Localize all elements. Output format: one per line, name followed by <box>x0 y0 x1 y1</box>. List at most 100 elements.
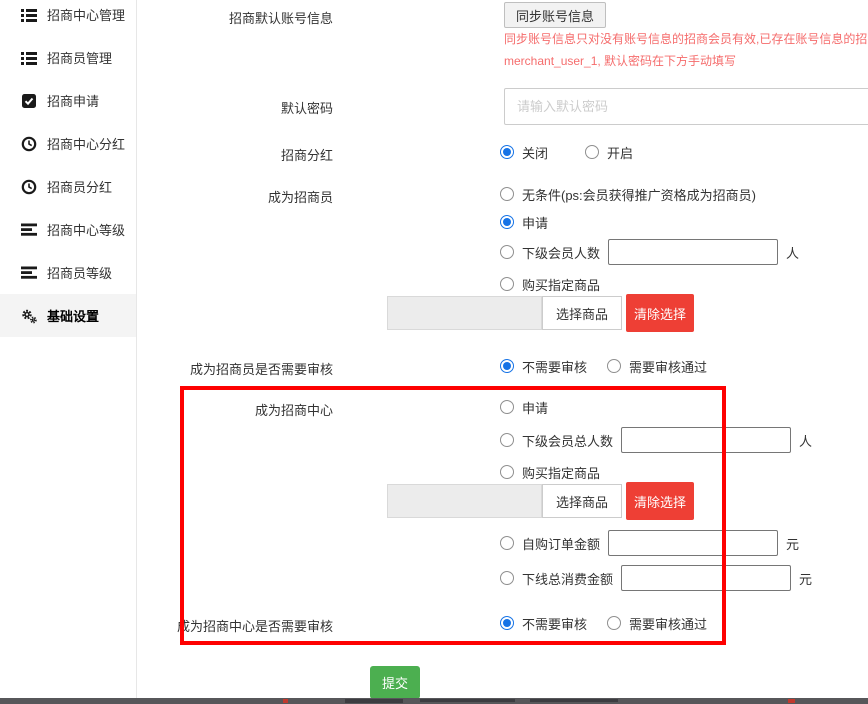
radio-option-agent-sub-member-count[interactable]: 下级会员人数 人 <box>500 238 799 266</box>
account-info-label: 招商默认账号信息 <box>229 8 333 27</box>
agent-clear-selection-button[interactable]: 清除选择 <box>626 294 694 332</box>
sidebar-item-label: 招商中心等级 <box>47 220 125 239</box>
radio-label: 自购订单金额 <box>522 534 600 553</box>
unit-person: 人 <box>799 431 812 450</box>
radio-label: 下线总消费金额 <box>522 569 613 588</box>
sync-account-button[interactable]: 同步账号信息 <box>504 2 606 28</box>
sidebar-item-label: 招商员分红 <box>47 177 112 196</box>
radio-option-center-apply[interactable]: 申请 <box>500 393 548 421</box>
sidebar-items: 招商中心管理 招商员管理 招商申请 招商中心分红 <box>0 0 136 337</box>
align-left-icon <box>21 222 37 238</box>
sidebar-item-merchant-center-management[interactable]: 招商中心管理 <box>0 0 136 36</box>
radio-option-dividend-on[interactable]: 开启 <box>585 138 633 166</box>
radio-icon[interactable] <box>500 400 514 414</box>
unit-yuan: 元 <box>786 534 799 553</box>
agent-product-picker-input[interactable] <box>387 296 542 330</box>
radio-icon[interactable] <box>500 433 514 447</box>
sync-hint-line2: merchant_user_1, 默认密码在下方手动填写 <box>504 53 868 69</box>
sidebar-item-label: 基础设置 <box>47 306 99 325</box>
strip-mark <box>530 699 618 702</box>
unit-yuan: 元 <box>799 569 812 588</box>
radio-label: 关闭 <box>522 143 548 162</box>
default-password-label: 默认密码 <box>281 98 333 117</box>
cogs-icon <box>21 308 37 324</box>
sidebar-item-merchant-staff-level[interactable]: 招商员等级 <box>0 251 136 294</box>
radio-icon[interactable] <box>500 215 514 229</box>
radio-option-dividend-off[interactable]: 关闭 <box>500 138 548 166</box>
center-clear-selection-button[interactable]: 清除选择 <box>626 482 694 520</box>
app-root: 招商中心管理 招商员管理 招商申请 招商中心分红 <box>0 0 868 704</box>
radio-label: 需要审核通过 <box>629 357 707 376</box>
radio-option-center-self-order-amount[interactable]: 自购订单金额 元 <box>500 529 799 557</box>
agent-review-label: 成为招商员是否需要审核 <box>190 359 333 378</box>
agent-choose-product-button[interactable]: 选择商品 <box>542 296 622 330</box>
clock-icon <box>21 179 37 195</box>
sidebar-item-label: 招商申请 <box>47 91 99 110</box>
radio-icon[interactable] <box>500 616 514 630</box>
agent-sub-member-count-input[interactable] <box>608 239 778 265</box>
radio-option-center-total-sub-members[interactable]: 下级会员总人数 人 <box>500 426 812 454</box>
radio-icon[interactable] <box>607 359 621 373</box>
radio-label: 购买指定商品 <box>522 275 600 294</box>
radio-label: 购买指定商品 <box>522 463 600 482</box>
radio-label: 开启 <box>607 143 633 162</box>
center-downline-total-amount-input[interactable] <box>621 565 791 591</box>
list-icon <box>21 50 37 66</box>
sidebar-item-merchant-application[interactable]: 招商申请 <box>0 79 136 122</box>
sidebar-item-merchant-staff-management[interactable]: 招商员管理 <box>0 36 136 79</box>
radio-label: 不需要审核 <box>522 614 587 633</box>
sidebar-item-label: 招商员管理 <box>47 48 112 67</box>
center-total-sub-members-input[interactable] <box>621 427 791 453</box>
sidebar-item-merchant-staff-dividend[interactable]: 招商员分红 <box>0 165 136 208</box>
become-agent-label: 成为招商员 <box>268 187 333 206</box>
radio-icon[interactable] <box>500 465 514 479</box>
radio-label: 申请 <box>522 213 548 232</box>
sidebar-item-merchant-center-level[interactable]: 招商中心等级 <box>0 208 136 251</box>
radio-option-center-buy-product[interactable]: 购买指定商品 <box>500 458 600 486</box>
radio-option-agent-review-no[interactable]: 不需要审核 <box>500 352 587 380</box>
strip-red-mark <box>283 699 288 703</box>
strip-mark <box>420 699 515 702</box>
check-square-icon <box>21 93 37 109</box>
clock-icon <box>21 136 37 152</box>
radio-label: 申请 <box>522 398 548 417</box>
radio-icon[interactable] <box>500 145 514 159</box>
radio-option-center-review-yes[interactable]: 需要审核通过 <box>607 609 707 637</box>
radio-label: 下级会员人数 <box>522 243 600 262</box>
sidebar-item-basic-settings[interactable]: 基础设置 <box>0 294 136 337</box>
radio-option-center-review-no[interactable]: 不需要审核 <box>500 609 587 637</box>
radio-icon[interactable] <box>585 145 599 159</box>
radio-label: 不需要审核 <box>522 357 587 376</box>
sidebar-item-label: 招商员等级 <box>47 263 112 282</box>
radio-option-agent-apply[interactable]: 申请 <box>500 208 548 236</box>
radio-icon[interactable] <box>500 187 514 201</box>
align-left-icon <box>21 265 37 281</box>
radio-option-agent-review-yes[interactable]: 需要审核通过 <box>607 352 707 380</box>
center-self-order-amount-input[interactable] <box>608 530 778 556</box>
radio-icon[interactable] <box>500 359 514 373</box>
unit-person: 人 <box>786 243 799 262</box>
strip-mark <box>345 699 403 703</box>
center-choose-product-button[interactable]: 选择商品 <box>542 484 622 518</box>
center-product-picker-input[interactable] <box>387 484 542 518</box>
radio-label: 无条件(ps:会员获得推广资格成为招商员) <box>522 185 756 204</box>
radio-icon[interactable] <box>607 616 621 630</box>
radio-icon[interactable] <box>500 277 514 291</box>
radio-icon[interactable] <box>500 571 514 585</box>
radio-label: 需要审核通过 <box>629 614 707 633</box>
sync-hint-line1: 同步账号信息只对没有账号信息的招商会员有效,已存在账号信息的招商会员不会执行该程… <box>504 31 868 47</box>
bottom-clipped-strip <box>0 698 868 704</box>
radio-option-center-downline-total-amount[interactable]: 下线总消费金额 元 <box>500 564 812 592</box>
sidebar-item-merchant-center-dividend[interactable]: 招商中心分红 <box>0 122 136 165</box>
radio-label: 下级会员总人数 <box>522 431 613 450</box>
center-review-label: 成为招商中心是否需要审核 <box>177 616 333 635</box>
radio-option-agent-buy-product[interactable]: 购买指定商品 <box>500 270 600 298</box>
submit-button[interactable]: 提交 <box>370 666 420 699</box>
radio-icon[interactable] <box>500 245 514 259</box>
sidebar: 招商中心管理 招商员管理 招商申请 招商中心分红 <box>0 0 137 704</box>
sidebar-item-label: 招商中心分红 <box>47 134 125 153</box>
radio-option-agent-unconditional[interactable]: 无条件(ps:会员获得推广资格成为招商员) <box>500 180 756 208</box>
become-center-label: 成为招商中心 <box>255 400 333 419</box>
radio-icon[interactable] <box>500 536 514 550</box>
default-password-input[interactable] <box>504 88 868 125</box>
